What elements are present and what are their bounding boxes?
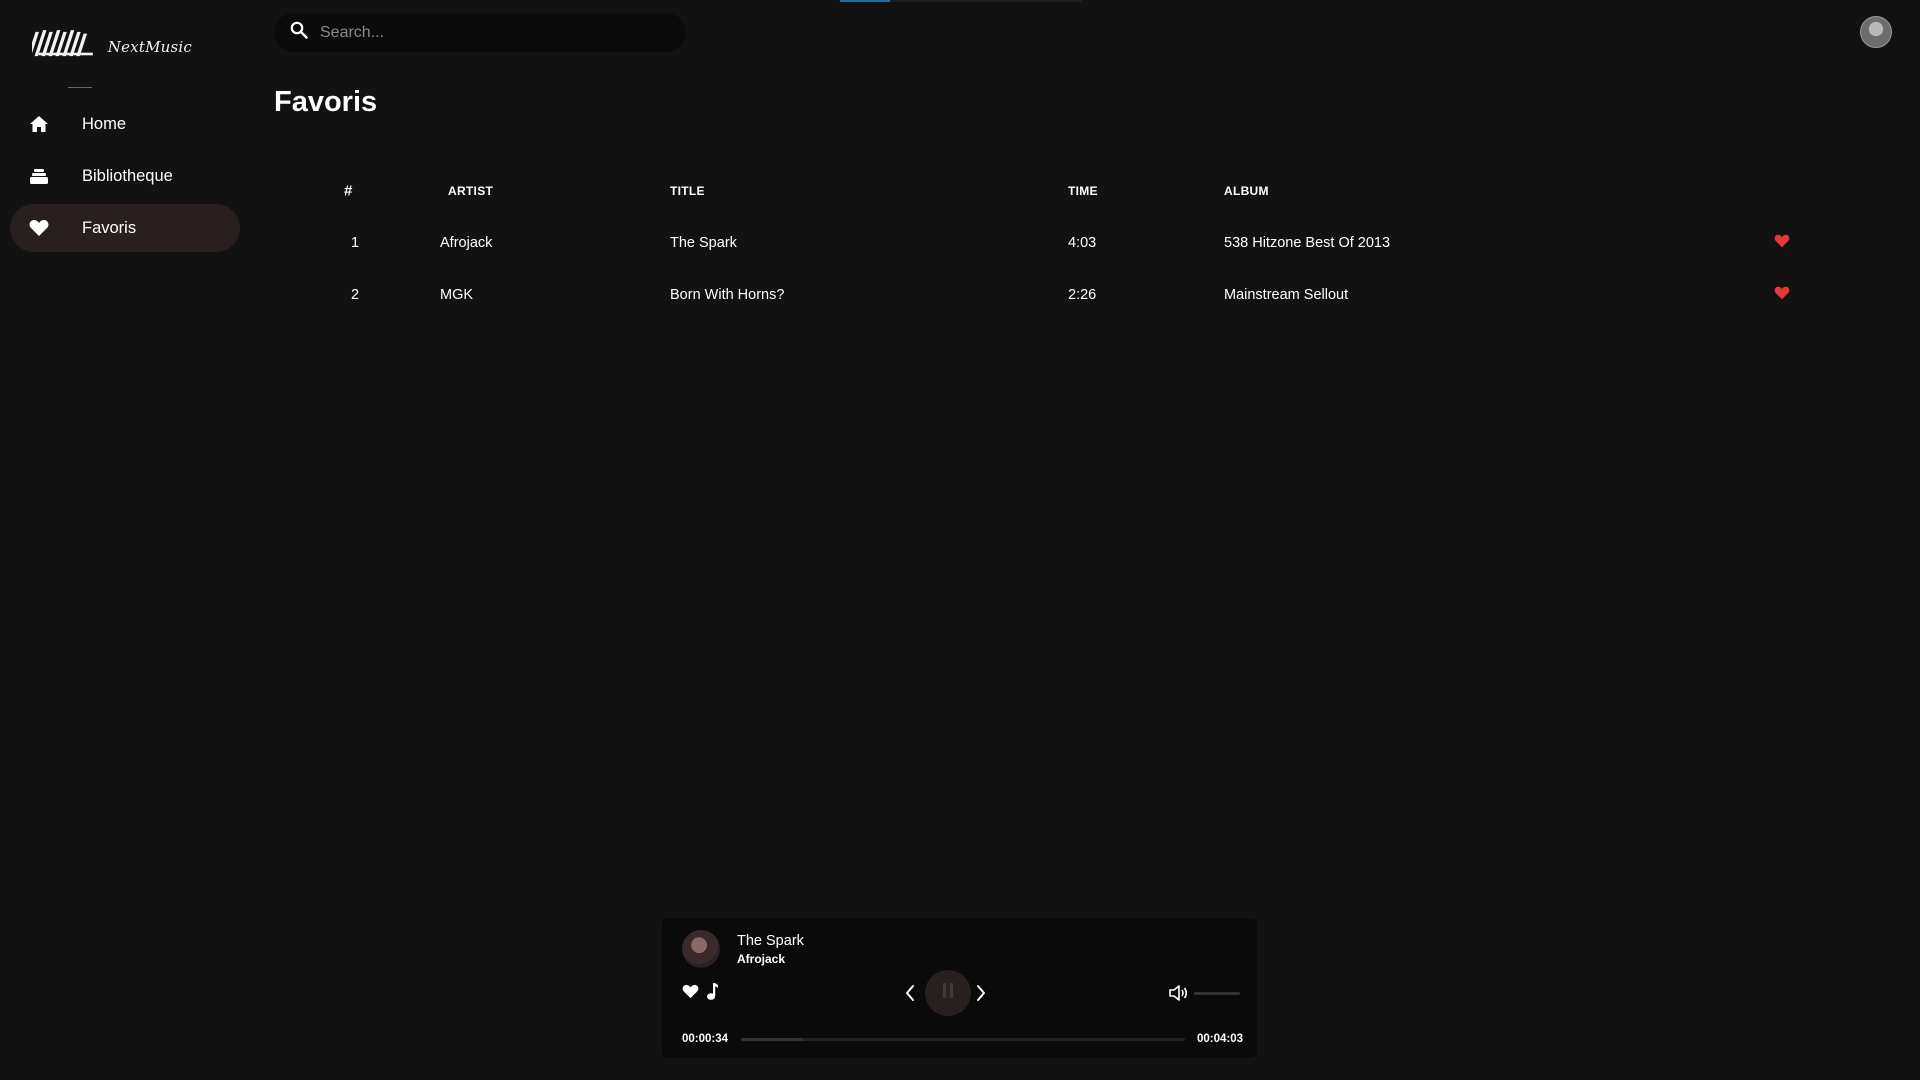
search-bar[interactable]: [274, 13, 686, 52]
app-logo[interactable]: NextMusic: [32, 22, 192, 66]
track-time: 4:03: [1068, 235, 1097, 251]
column-header-artist: ARTIST: [448, 184, 494, 198]
track-artist: Afrojack: [440, 235, 493, 251]
sidebar-item-favoris[interactable]: Favoris: [10, 204, 240, 252]
track-title: The Spark: [670, 235, 737, 251]
like-heart-icon[interactable]: [682, 984, 699, 1004]
search-icon: [290, 21, 308, 44]
sidebar: NextMusic Home Bibliotheque Favoris: [0, 0, 250, 1080]
music-player: The Spark Afrojack 00:00:34 00:04:03: [662, 918, 1257, 1058]
track-time: 2:26: [1068, 287, 1097, 303]
progress-bar[interactable]: [741, 1038, 1185, 1041]
sidebar-item-bibliotheque[interactable]: Bibliotheque: [10, 152, 240, 200]
previous-track-icon[interactable]: [904, 984, 916, 1007]
app-logo-text: NextMusic: [107, 38, 192, 56]
column-header-number: #: [344, 182, 353, 200]
table-row[interactable]: 1 Afrojack The Spark 4:03 538 Hitzone Be…: [274, 217, 1814, 269]
current-time: 00:00:34: [682, 1033, 729, 1045]
next-track-icon[interactable]: [975, 984, 987, 1007]
library-icon: [28, 165, 50, 187]
table-header: # ARTIST TITLE TIME ALBUM: [274, 165, 1814, 217]
album-cover: [682, 930, 720, 968]
sidebar-item-label: Home: [82, 114, 127, 133]
lyrics-note-icon[interactable]: [706, 982, 718, 1006]
now-playing-title: The Spark: [737, 933, 804, 949]
search-input[interactable]: [318, 22, 648, 43]
home-icon: [28, 113, 50, 135]
logo-divider: [68, 87, 92, 88]
favorites-table: # ARTIST TITLE TIME ALBUM 1 Afrojack The…: [274, 165, 1814, 321]
piano-logo-icon: [32, 30, 93, 57]
track-number: 1: [351, 235, 360, 251]
avatar[interactable]: [1860, 16, 1892, 48]
sidebar-nav: Home Bibliotheque Favoris: [10, 100, 240, 256]
favorite-heart-icon[interactable]: [1774, 286, 1790, 304]
page-title: Favoris: [274, 86, 378, 118]
now-playing-artist: Afrojack: [737, 952, 786, 966]
pause-icon: [942, 983, 954, 1003]
loading-bar: [840, 0, 1082, 2]
heart-icon: [28, 217, 50, 239]
sidebar-item-label: Bibliotheque: [82, 166, 173, 185]
loading-bar-fill: [840, 0, 890, 2]
total-time: 00:04:03: [1197, 1033, 1244, 1045]
column-header-title: TITLE: [670, 184, 705, 198]
track-number: 2: [351, 287, 360, 303]
volume-slider[interactable]: [1194, 992, 1240, 995]
column-header-time: TIME: [1068, 184, 1098, 198]
track-album: Mainstream Sellout: [1224, 287, 1349, 303]
track-artist: MGK: [440, 287, 474, 303]
progress-fill: [741, 1038, 804, 1041]
sidebar-item-home[interactable]: Home: [10, 100, 240, 148]
volume-icon[interactable]: [1168, 984, 1188, 1007]
track-title: Born With Horns?: [670, 287, 785, 303]
sidebar-item-label: Favoris: [82, 218, 137, 237]
pause-button[interactable]: [925, 970, 971, 1016]
track-album: 538 Hitzone Best Of 2013: [1224, 235, 1391, 251]
table-row[interactable]: 2 MGK Born With Horns? 2:26 Mainstream S…: [274, 269, 1814, 321]
favorite-heart-icon[interactable]: [1774, 234, 1790, 252]
column-header-album: ALBUM: [1224, 184, 1269, 198]
